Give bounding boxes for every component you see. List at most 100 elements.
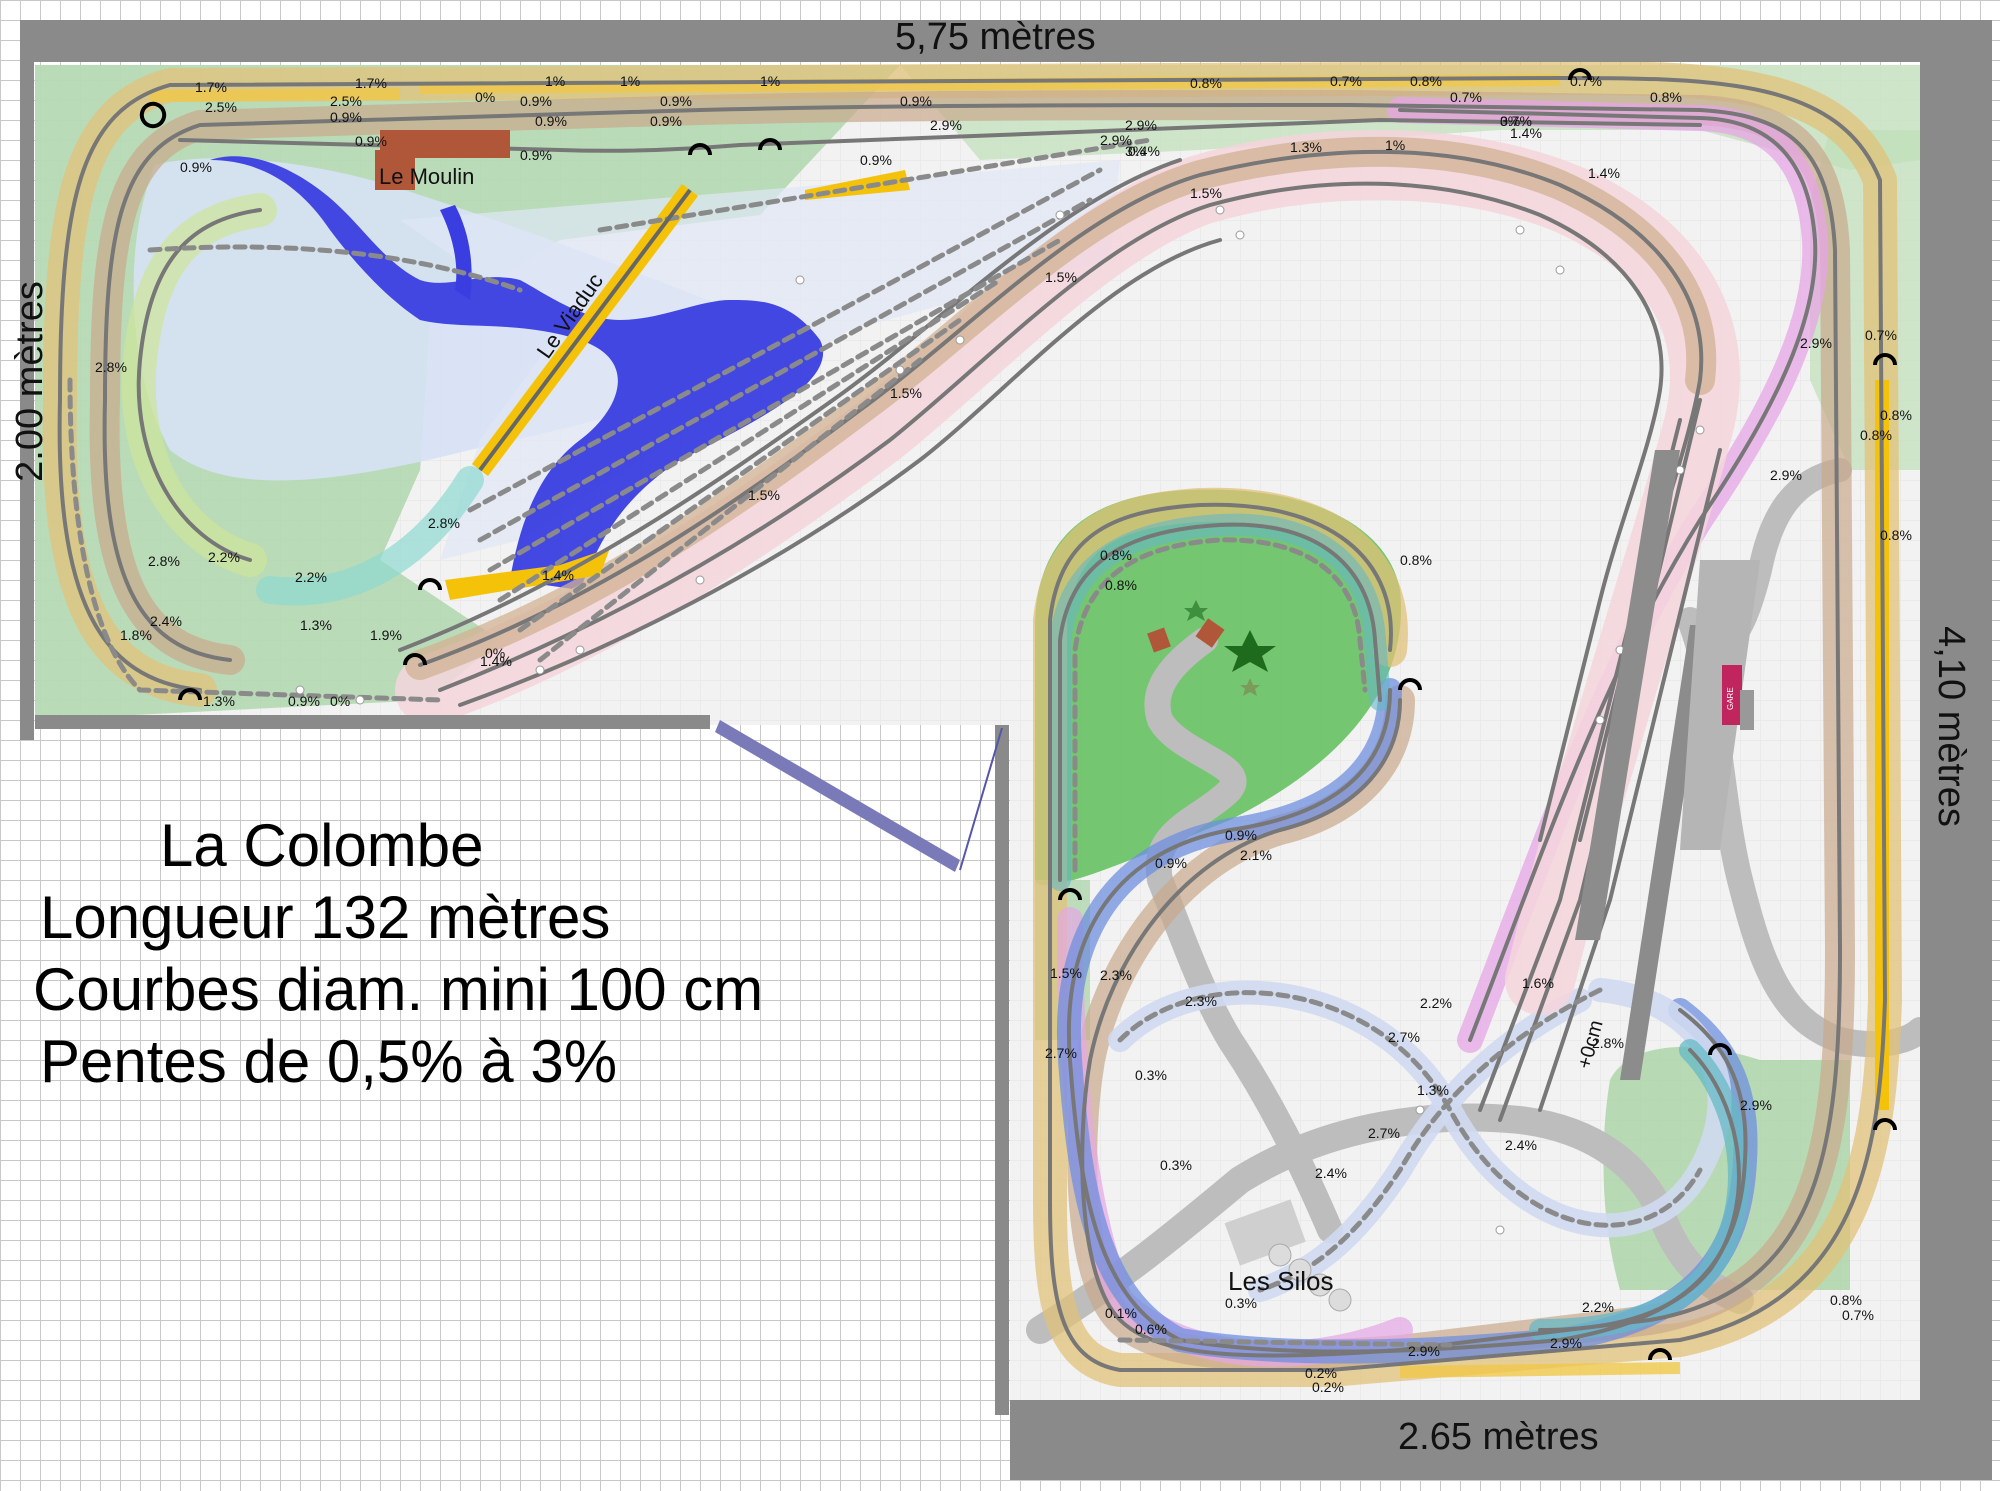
grade-label: 1.4%	[542, 567, 574, 583]
grade-label: 1.7%	[195, 79, 227, 95]
grade-label: 1.3%	[300, 617, 332, 633]
grade-label: 0.7%	[1570, 73, 1602, 89]
grade-label: 2.5%	[205, 99, 237, 115]
grade-label: 1.9%	[370, 627, 402, 643]
grade-label: 0.9%	[535, 113, 567, 129]
turnout	[1695, 425, 1705, 435]
grade-label: 0.8%	[1650, 89, 1682, 105]
dimension-bottom: 2.65 mètres	[1398, 1416, 1599, 1458]
turnout	[575, 645, 585, 655]
layout-plan: Le Moulin Le Viaduc Les Silos GARE +0cm …	[20, 20, 1992, 1480]
grade-label: 1.7%	[355, 75, 387, 91]
silos-label: Les Silos	[1228, 1266, 1334, 1296]
layout-info: La Colombe Longueur 132 mètres Courbes d…	[30, 810, 763, 1098]
grade-label: 2.8%	[95, 359, 127, 375]
grade-label: 0.9%	[520, 147, 552, 163]
grade-label: 0.8%	[1880, 407, 1912, 423]
grade-label: 0.8%	[1100, 547, 1132, 563]
turnout	[1055, 210, 1065, 220]
grade-label: 0.9%	[520, 93, 552, 109]
turnout	[695, 575, 705, 585]
grade-label: 0.3%	[1160, 1157, 1192, 1173]
grade-label: 1.6%	[1522, 975, 1554, 991]
grade-label: 2.9%	[1770, 467, 1802, 483]
grade-label: 0.6%	[1135, 1321, 1167, 1337]
grade-label: 2.4%	[150, 613, 182, 629]
grade-label: 0.3%	[1135, 1067, 1167, 1083]
grade-label: 1.5%	[1190, 185, 1222, 201]
grade-label: 1.5%	[1050, 965, 1082, 981]
turnout	[1415, 1105, 1425, 1115]
grade-label: 2.7%	[1045, 1045, 1077, 1061]
turnout	[955, 335, 965, 345]
moulin-label: Le Moulin	[379, 164, 474, 189]
grade-label: 1.4%	[1588, 165, 1620, 181]
turnout	[795, 275, 805, 285]
turnout	[895, 365, 905, 375]
grade-label: 0.8%	[1860, 427, 1892, 443]
dimension-top: 5,75 mètres	[895, 16, 1096, 58]
wall-bottom-left	[35, 715, 710, 729]
grade-label: 0%	[475, 89, 495, 105]
grade-label: 0.9%	[330, 109, 362, 125]
grade-label: 2.5%	[330, 93, 362, 109]
layout-length: Longueur 132 mètres	[40, 884, 611, 951]
grade-label: 1.5%	[748, 487, 780, 503]
grade-label: 2.9%	[1550, 1335, 1582, 1351]
grade-label: 0.8%	[1190, 75, 1222, 91]
grade-label: 0.4%	[1128, 143, 1160, 159]
grade-label: 0.7%	[1842, 1307, 1874, 1323]
silo	[1268, 1243, 1292, 1267]
turnout	[535, 665, 545, 675]
turnout	[1595, 715, 1605, 725]
grade-label: 0.9%	[900, 93, 932, 109]
grade-label: 0.7%	[1865, 327, 1897, 343]
top-left-bridge	[149, 88, 401, 102]
grade-label: 0.9%	[1225, 827, 1257, 843]
grade-label: 2.8%	[148, 553, 180, 569]
grade-label: 0.9%	[650, 113, 682, 129]
grade-label: 0.8%	[1400, 552, 1432, 568]
grade-label: 2.3%	[1100, 967, 1132, 983]
turnout	[1495, 1225, 1505, 1235]
grade-label: 0.2%	[1312, 1379, 1344, 1395]
grade-label: 2.3%	[1185, 993, 1217, 1009]
turnout	[1235, 230, 1245, 240]
grade-label: 2.9%	[930, 117, 962, 133]
grade-label: 2.8%	[1592, 1035, 1624, 1051]
turnout	[355, 695, 365, 705]
turnout	[1675, 465, 1685, 475]
grade-label: 2.9%	[1740, 1097, 1772, 1113]
grade-label: 2.2%	[1582, 1299, 1614, 1315]
layout-slopes: Pentes de 0,5% à 3%	[40, 1028, 618, 1095]
grade-label: 2.4%	[1505, 1137, 1537, 1153]
bottom-bridge	[1399, 1362, 1681, 1378]
grade-label: 1.5%	[1045, 269, 1077, 285]
grade-label: 0%	[485, 645, 505, 661]
gare-label: GARE	[1726, 687, 1735, 710]
grade-label: 0.8%	[1830, 1292, 1862, 1308]
grade-label: 1%	[620, 73, 640, 89]
grade-label: 2.9%	[1800, 335, 1832, 351]
grade-label: 1%	[760, 73, 780, 89]
layout-curves: Courbes diam. mini 100 cm	[33, 956, 764, 1023]
grade-label: 0.8%	[1105, 577, 1137, 593]
grade-label: 1.4%	[1510, 125, 1542, 141]
grade-label: 2.7%	[1388, 1029, 1420, 1045]
grade-label: 1.8%	[120, 627, 152, 643]
turnout	[1515, 225, 1525, 235]
grade-label: 2.4%	[1315, 1165, 1347, 1181]
dimension-left: 2.00 mètres	[8, 281, 51, 482]
grade-label: 0.7%	[1450, 89, 1482, 105]
grade-label: 2.2%	[208, 549, 240, 565]
grade-label: 1.3%	[1290, 139, 1322, 155]
station-building-2	[1740, 690, 1754, 730]
grade-label: 2.1%	[1240, 847, 1272, 863]
turnout	[1555, 265, 1565, 275]
grade-label: 0.9%	[1155, 855, 1187, 871]
grade-label: 1.5%	[890, 385, 922, 401]
grade-label: 0.1%	[1105, 1305, 1137, 1321]
turnout	[1215, 205, 1225, 215]
grade-label: 0.9%	[860, 152, 892, 168]
grade-label: 1%	[545, 73, 565, 89]
